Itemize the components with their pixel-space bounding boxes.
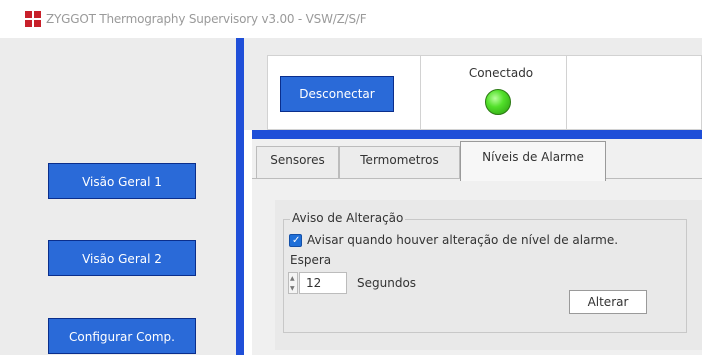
tab-sensores[interactable]: Sensores xyxy=(256,146,339,178)
overview-2-button[interactable]: Visão Geral 2 xyxy=(48,240,196,276)
panel-separator xyxy=(420,55,421,130)
tab-niveis-de-alarme[interactable]: Níveis de Alarme xyxy=(460,141,606,181)
spinner-down-icon[interactable]: ▼ xyxy=(290,285,295,293)
connection-status-label: Conectado xyxy=(468,66,534,80)
apply-button[interactable]: Alterar xyxy=(569,290,647,314)
notify-checkbox[interactable]: ✓ xyxy=(289,234,302,247)
checkmark-icon: ✓ xyxy=(292,235,301,246)
window-title: ZYGGOT Thermography Supervisory v3.00 - … xyxy=(46,12,367,26)
content-accent-bar xyxy=(252,130,702,139)
wait-label: Espera xyxy=(290,253,332,267)
overview-1-button[interactable]: Visão Geral 1 xyxy=(48,163,196,199)
title-bar: ZYGGOT Thermography Supervisory v3.00 - … xyxy=(0,0,702,38)
wait-unit-label: Segundos xyxy=(357,276,417,290)
spinner-up-icon[interactable]: ▲ xyxy=(290,275,295,283)
sidebar-divider xyxy=(236,38,244,355)
wait-seconds-input[interactable] xyxy=(299,272,347,294)
tab-termometros[interactable]: Termometros xyxy=(339,146,460,178)
app-logo-icon xyxy=(25,11,41,27)
wait-spinner[interactable]: ▲ ▼ xyxy=(288,272,298,294)
status-led-icon xyxy=(485,89,511,115)
configure-comp-button[interactable]: Configurar Comp. xyxy=(48,318,196,354)
panel-separator xyxy=(566,55,567,130)
disconnect-button[interactable]: Desconectar xyxy=(280,76,394,112)
notify-checkbox-label[interactable]: Avisar quando houver alteração de nível … xyxy=(307,233,618,247)
group-title: Aviso de Alteração xyxy=(290,211,406,225)
